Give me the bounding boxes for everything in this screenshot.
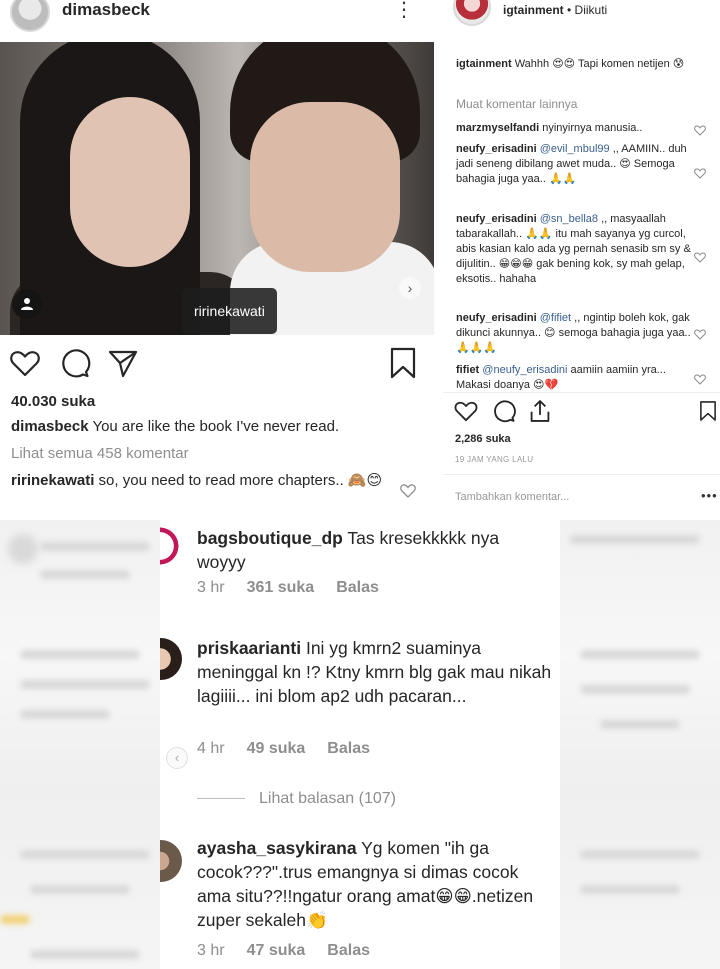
avatar[interactable] <box>160 525 182 567</box>
comment-heart-icon[interactable] <box>694 123 706 136</box>
heart-icon[interactable] <box>453 398 479 424</box>
share-icon[interactable] <box>527 398 553 424</box>
comment-item: neufy_erisadini @fifiet ,, ngintip boleh… <box>456 312 691 354</box>
comment-heart-icon[interactable] <box>400 484 416 498</box>
likes-count[interactable]: 40.030 suka <box>11 393 95 410</box>
comment-meta: 3 hr 361 suka Balas <box>197 579 379 596</box>
comment-item: fifiet @neufy_erisadini aamiin aamiin yr… <box>456 364 666 390</box>
avatar[interactable] <box>10 0 50 32</box>
right-post-header: igtainment • Diikuti <box>503 3 608 17</box>
comment-username[interactable]: ririnekawati <box>11 472 94 489</box>
comment-meta: 3 hr 47 suka Balas <box>197 942 370 959</box>
post-photo[interactable]: ririnekawati › <box>0 42 434 335</box>
post-caption: dimasbeck You are like the book I've nev… <box>11 418 339 435</box>
reply-line <box>197 798 245 800</box>
comment-text: so, you need to read more chapters.. 🙈😊 <box>98 472 383 489</box>
avatar[interactable] <box>453 0 491 26</box>
bookmark-icon[interactable] <box>386 346 420 380</box>
comment-item: ririnekawati so, you need to read more c… <box>11 470 391 492</box>
share-icon[interactable] <box>106 346 140 380</box>
comment-heart-icon[interactable] <box>694 166 706 179</box>
comment-icon[interactable] <box>491 398 517 424</box>
comment-item: priskaarianti Ini yg kmrn2 suaminya meni… <box>197 638 552 706</box>
comment-item: neufy_erisadini @evil_mbul99 ,, AAMIIN..… <box>456 143 687 185</box>
caption-username[interactable]: dimasbeck <box>11 418 89 435</box>
comment-item: ayasha_sasykirana Yg komen "ih ga cocok?… <box>197 838 534 930</box>
heart-icon[interactable] <box>8 346 42 380</box>
post-timestamp: 19 JAM YANG LALU <box>455 455 534 464</box>
left-post-panel: dimasbeck ⋮ ririnekawati › 40.030 suka d… <box>0 0 437 520</box>
more-options-icon[interactable]: ••• <box>701 488 718 503</box>
chevron-left-icon[interactable]: ‹ <box>166 747 188 769</box>
comment-heart-icon[interactable] <box>694 250 706 263</box>
photo-user-tag-label[interactable]: ririnekawati <box>182 288 277 334</box>
comment-meta: 4 hr 49 suka Balas <box>197 740 370 757</box>
view-replies-link[interactable]: Lihat balasan (107) <box>197 790 396 808</box>
post-username[interactable]: dimasbeck <box>62 0 150 20</box>
load-more-comments-link[interactable]: Muat komentar lainnya <box>456 97 577 111</box>
bookmark-icon[interactable] <box>697 398 720 424</box>
post-actions <box>443 398 720 426</box>
follow-status[interactable]: Diikuti <box>575 3 608 17</box>
comment-item: bagsboutique_dp Tas kresekkkkk nya woyyy <box>197 528 500 572</box>
header-username[interactable]: igtainment <box>503 3 564 17</box>
comment-icon[interactable] <box>58 346 92 380</box>
avatar[interactable] <box>160 638 182 680</box>
comment-heart-icon[interactable] <box>694 372 706 385</box>
comment-item: marzmyselfandi nyinyirnya manusia.. <box>456 122 643 134</box>
chevron-right-icon[interactable]: › <box>399 277 421 299</box>
divider <box>443 474 720 475</box>
comment-item: igtainment Wahhh 😍😍 Tapi komen netijen 😰 <box>456 58 685 70</box>
post-header: dimasbeck ⋮ <box>0 0 437 42</box>
comments-screenshot: bagsboutique_dp Tas kresekkkkk nya woyyy… <box>0 520 720 969</box>
likes-count[interactable]: 2,286 suka <box>455 433 511 445</box>
add-comment-input[interactable]: Tambahkan komentar... <box>455 491 569 503</box>
avatar[interactable] <box>160 840 182 882</box>
right-post-panel: igtainment • Diikuti igtainment Wahhh 😍😍… <box>443 0 720 520</box>
divider <box>443 392 720 393</box>
comment-heart-icon[interactable] <box>694 327 706 340</box>
view-all-comments-link[interactable]: Lihat semua 458 komentar <box>11 445 189 462</box>
caption-text: You are like the book I've never read. <box>92 418 340 435</box>
more-options-icon[interactable]: ⋮ <box>394 0 414 22</box>
comment-list: bagsboutique_dp Tas kresekkkkk nya woyyy… <box>160 520 560 969</box>
comment-item: neufy_erisadini @sn_bella8 ,, masyaallah… <box>456 213 691 285</box>
user-tag-icon[interactable] <box>12 289 42 319</box>
post-actions <box>0 346 437 380</box>
